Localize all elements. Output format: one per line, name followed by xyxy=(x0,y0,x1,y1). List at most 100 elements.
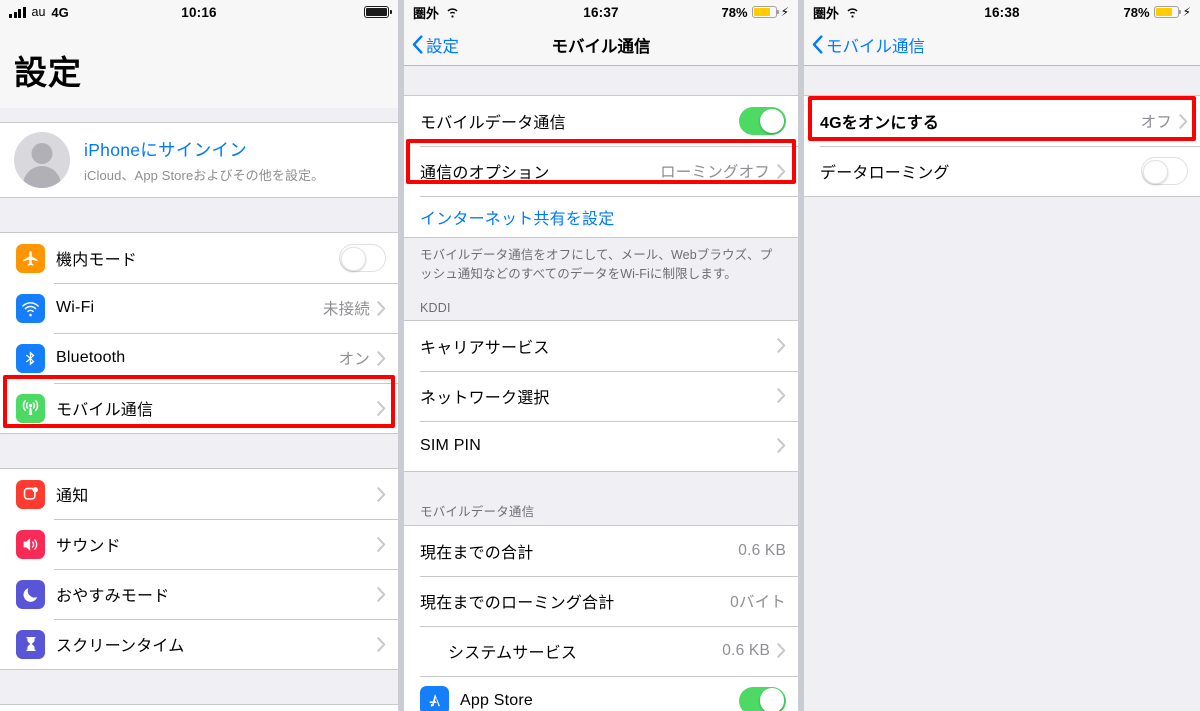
data-usage-group: 現在までの合計 0.6 KB 現在までのローミング合計 0バイト システムサービ… xyxy=(404,524,798,711)
usage-row-app-store[interactable]: App Store xyxy=(404,675,798,711)
row-accessory xyxy=(339,244,386,272)
charging-bolt-icon: ⚡ xyxy=(780,5,789,19)
row-label: Bluetooth xyxy=(56,349,126,366)
mobile-data-toggle[interactable] xyxy=(739,107,786,135)
carrier-name: 圏外 xyxy=(813,5,840,21)
row-label: ネットワーク選択 xyxy=(420,389,550,407)
row-accessory: 0.6 KB xyxy=(722,642,786,660)
options-row-data-roaming[interactable]: データローミング xyxy=(804,146,1200,196)
avatar xyxy=(14,132,70,188)
row-value: 0.6 KB xyxy=(722,641,770,659)
settings-row-sounds[interactable]: サウンド xyxy=(0,519,398,569)
row-accessory xyxy=(377,636,386,652)
settings-row-notifications[interactable]: 通知 xyxy=(0,469,398,519)
wifi-icon xyxy=(16,293,45,323)
cellular-icon xyxy=(16,393,45,423)
back-button-label: モバイル通信 xyxy=(826,37,925,56)
row-label: App Store xyxy=(460,691,533,709)
row-accessory xyxy=(377,486,386,502)
chevron-left-icon xyxy=(812,35,823,54)
row-label: 現在までの合計 xyxy=(420,544,534,562)
row-accessory: 0.6 KB xyxy=(738,542,786,560)
row-value: 未接続 xyxy=(322,301,370,318)
connectivity-group: 機内モード Wi-Fi 未接続 Bluetooth オン モバイル通信 xyxy=(0,232,398,434)
row-label: キャリアサービス xyxy=(420,339,550,357)
spacer xyxy=(404,471,798,494)
battery-percent-label: 78% xyxy=(1123,4,1150,20)
nav-title: モバイル通信 xyxy=(551,37,651,56)
wifi-icon xyxy=(447,8,458,18)
chevron-right-icon xyxy=(777,388,786,403)
chevron-right-icon xyxy=(377,536,386,552)
chevron-right-icon xyxy=(377,486,386,502)
cellular-row-mobile-data[interactable]: モバイルデータ通信 xyxy=(404,96,798,146)
options-row-enable-4g[interactable]: 4Gをオンにする オフ xyxy=(804,96,1200,146)
panel-settings-root: au 4G 10:16 設定 iPhoneにサインイン iCloud、App S… xyxy=(0,0,398,711)
chevron-right-icon xyxy=(777,643,786,658)
kddi-group: キャリアサービス ネットワーク選択 SIM PIN xyxy=(404,319,798,472)
signal-strength-icon xyxy=(9,6,26,18)
panel-cellular: 圏外 16:37 78% ⚡ 設定 モバイル通信 モバイルデータ通信 通信のオプ… xyxy=(404,0,798,711)
settings-row-general[interactable]: 一般 xyxy=(0,705,398,711)
spacer xyxy=(0,434,398,468)
notifications-icon xyxy=(16,479,45,509)
charging-bolt-icon: ⚡ xyxy=(1182,5,1191,19)
panel-cellular-data-options: 圏外 16:38 78% ⚡ モバイル通信 4Gをオンにする オフ データローミ… xyxy=(804,0,1200,711)
airplane-icon xyxy=(16,243,45,273)
row-label: 4Gをオンにする xyxy=(820,115,940,132)
carrier-name: au xyxy=(31,5,46,19)
airplane-mode-toggle[interactable] xyxy=(339,244,386,272)
row-label: サウンド xyxy=(56,538,121,555)
chevron-right-icon xyxy=(777,163,786,179)
row-value: 0バイト xyxy=(730,593,786,611)
app-store-data-toggle[interactable] xyxy=(739,686,786,711)
cellular-row-carrier-services[interactable]: キャリアサービス xyxy=(404,320,798,371)
network-tech-label: 4G xyxy=(51,4,69,20)
row-label: システムサービス xyxy=(448,644,578,662)
section-header-kddi: KDDI xyxy=(404,293,798,320)
status-bar-right: 78% ⚡ xyxy=(1124,5,1191,20)
usage-row-system-services[interactable]: システムサービス 0.6 KB xyxy=(404,625,798,676)
spacer xyxy=(0,198,398,232)
row-value: オン xyxy=(338,351,370,368)
settings-row-wifi[interactable]: Wi-Fi 未接続 xyxy=(0,283,398,333)
usage-row-roaming-total: 現在までのローミング合計 0バイト xyxy=(404,575,798,626)
sign-in-row[interactable]: iPhoneにサインイン iCloud、App Storeおよびその他を設定。 xyxy=(0,123,398,197)
app-store-icon xyxy=(420,686,449,711)
status-bar-left: au 4G xyxy=(9,5,69,20)
status-bar-right: 78% ⚡ xyxy=(722,5,789,20)
settings-row-bluetooth[interactable]: Bluetooth オン xyxy=(0,333,398,383)
back-button[interactable]: 設定 xyxy=(412,33,459,57)
settings-row-airplane-mode[interactable]: 機内モード xyxy=(0,233,398,283)
cellular-row-data-options[interactable]: 通信のオプション ローミングオフ xyxy=(404,146,798,196)
cellular-row-personal-hotspot-setup[interactable]: インターネット共有を設定 xyxy=(404,196,798,237)
back-button[interactable]: モバイル通信 xyxy=(812,33,925,57)
nav-bar: モバイル通信 xyxy=(804,24,1200,66)
row-accessory xyxy=(777,338,786,353)
spacer xyxy=(0,108,398,122)
row-accessory: 0バイト xyxy=(730,590,786,612)
bluetooth-icon xyxy=(16,343,45,373)
row-accessory xyxy=(377,400,386,416)
sign-in-title: iPhoneにサインイン xyxy=(84,139,248,160)
general-group: 一般 xyxy=(0,704,398,711)
cellular-row-sim-pin[interactable]: SIM PIN xyxy=(404,420,798,471)
settings-row-screen-time[interactable]: スクリーンタイム xyxy=(0,619,398,669)
chevron-right-icon xyxy=(377,586,386,602)
carrier-name: 圏外 xyxy=(413,5,440,21)
cellular-row-network-selection[interactable]: ネットワーク選択 xyxy=(404,370,798,421)
chevron-right-icon xyxy=(777,438,786,453)
settings-row-do-not-disturb[interactable]: おやすみモード xyxy=(0,569,398,619)
settings-row-cellular[interactable]: モバイル通信 xyxy=(0,383,398,433)
status-bar-left: 圏外 xyxy=(813,3,860,22)
status-bar-right xyxy=(364,6,392,18)
row-accessory xyxy=(739,107,786,135)
row-accessory xyxy=(377,536,386,552)
row-label: モバイル通信 xyxy=(56,402,154,419)
status-bar-left: 圏外 xyxy=(413,3,460,22)
cellular-data-group: モバイルデータ通信 通信のオプション ローミングオフ インターネット共有を設定 xyxy=(404,95,798,238)
data-roaming-toggle[interactable] xyxy=(1141,157,1188,185)
battery-icon xyxy=(751,6,780,18)
screenshot-stage: au 4G 10:16 設定 iPhoneにサインイン iCloud、App S… xyxy=(0,0,1200,711)
sign-in-subtitle: iCloud、App Storeおよびその他を設定。 xyxy=(84,167,325,183)
